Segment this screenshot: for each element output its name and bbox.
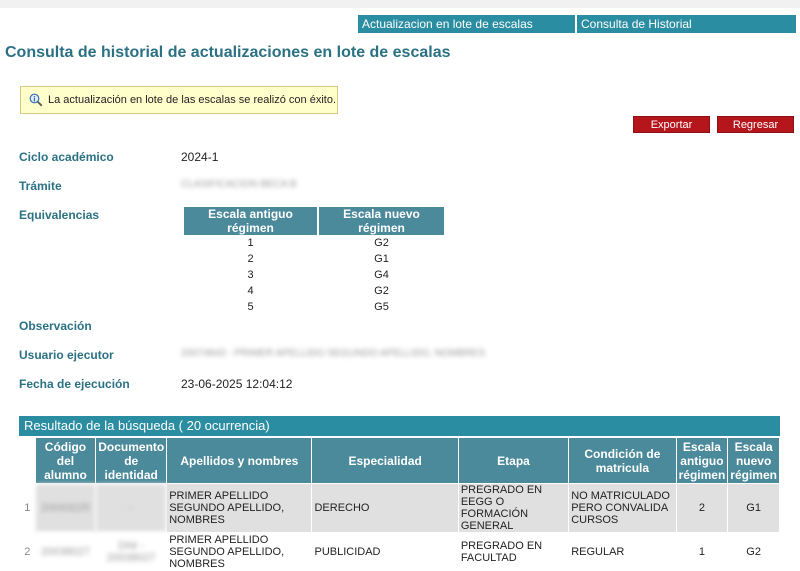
cell-nombre: PRIMER APELLIDO SEGUNDO APELLIDO, NOMBRE… <box>167 533 312 570</box>
col-condicion: Condición de matricula <box>569 438 676 483</box>
cell-etapa: PREGRADO EN FACULTAD <box>458 533 569 570</box>
eq-header-antiguo: Escala antiguo régimen <box>184 207 317 235</box>
cell-antiguo: 1 <box>676 533 728 570</box>
eq-new: G4 <box>374 269 389 281</box>
cell-nombre: PRIMER APELLIDO SEGUNDO APELLIDO, NOMBRE… <box>167 484 312 532</box>
back-button[interactable]: Regresar <box>717 116 794 133</box>
ciclo-label: Ciclo académico <box>19 150 114 164</box>
results-table: Código del alumno Documento de identidad… <box>19 437 780 571</box>
eq-row: 5 G5 <box>184 299 444 315</box>
success-alert: i La actualización en lote de las escala… <box>20 86 338 114</box>
cell-documento: - <box>96 484 167 532</box>
results-index-header <box>20 438 35 483</box>
eq-old: 3 <box>247 269 254 281</box>
cell-etapa: PREGRADO EN EEGG O FORMACIÓN GENERAL <box>458 484 569 532</box>
observacion-label: Observación <box>19 319 92 333</box>
row-index: 2 <box>20 533 35 570</box>
page-title: Consulta de historial de actualizaciones… <box>5 44 451 61</box>
eq-old: 5 <box>247 301 254 313</box>
eq-old: 4 <box>247 285 254 297</box>
eq-row: 4 G2 <box>184 283 444 299</box>
cell-nuevo: G2 <box>728 533 779 570</box>
col-nuevo: Escala nuevo régimen <box>728 438 779 483</box>
eq-row: 1 G2 <box>184 235 444 251</box>
cell-condicion: REGULAR <box>569 533 676 570</box>
svg-text:i: i <box>33 95 35 103</box>
equivalences-table: Escala antiguo régimen Escala nuevo régi… <box>182 207 446 315</box>
eq-row: 3 G4 <box>184 267 444 283</box>
eq-new: G2 <box>374 285 389 297</box>
eq-new: G1 <box>374 253 389 265</box>
export-button[interactable]: Exportar <box>633 116 710 133</box>
eq-new: G5 <box>374 301 389 313</box>
equivalencias-label: Equivalencias <box>19 208 100 222</box>
row-index: 1 <box>20 484 35 532</box>
table-row: 2 20038027 DNI - 20038027 PRIMER APELLID… <box>20 533 779 570</box>
col-codigo: Código del alumno <box>35 438 96 483</box>
eq-header-nuevo: Escala nuevo régimen <box>319 207 444 235</box>
top-nav: Actualizacion en lote de escalas Consult… <box>358 15 798 33</box>
fecha-label: Fecha de ejecución <box>19 377 130 391</box>
cell-codigo: 20043225 <box>35 484 96 532</box>
fecha-value: 23-06-2025 12:04:12 <box>181 377 293 391</box>
eq-row: 2 G1 <box>184 251 444 267</box>
eq-old: 1 <box>247 237 254 249</box>
eq-new: G2 <box>374 237 389 249</box>
cell-nuevo: G1 <box>728 484 779 532</box>
cell-antiguo: 2 <box>676 484 728 532</box>
usuario-label: Usuario ejecutor <box>19 348 114 362</box>
magnifier-info-icon: i <box>29 93 43 107</box>
col-etapa: Etapa <box>458 438 569 483</box>
cell-condicion: NO MATRICULADO PERO CONVALIDA CURSOS <box>569 484 676 532</box>
tramite-label: Trámite <box>19 179 62 193</box>
results-header: Resultado de la búsqueda ( 20 ocurrencia… <box>19 416 780 436</box>
col-documento: Documento de identidad <box>96 438 167 483</box>
col-especialidad: Especialidad <box>312 438 458 483</box>
tab-actualizacion-lote[interactable]: Actualizacion en lote de escalas <box>358 15 575 33</box>
cell-documento: DNI - 20038027 <box>96 533 167 570</box>
tramite-value: CLASIFICACION BECA B <box>181 179 297 190</box>
cell-especialidad: DERECHO <box>312 484 458 532</box>
col-nombre: Apellidos y nombres <box>167 438 312 483</box>
top-strip <box>0 0 800 8</box>
ciclo-value: 2024-1 <box>181 150 219 164</box>
tab-consulta-historial[interactable]: Consulta de Historial <box>577 15 796 33</box>
eq-old: 2 <box>247 253 254 265</box>
alert-message: La actualización en lote de las escalas … <box>48 94 337 106</box>
table-row: 1 20043225 - PRIMER APELLIDO SEGUNDO APE… <box>20 484 779 532</box>
cell-especialidad: PUBLICIDAD <box>312 533 458 570</box>
usuario-value: 20074843 - PRIMER APELLIDO SEGUNDO APELL… <box>181 348 486 359</box>
cell-codigo: 20038027 <box>35 533 96 570</box>
col-antiguo: Escala antiguo régimen <box>676 438 728 483</box>
